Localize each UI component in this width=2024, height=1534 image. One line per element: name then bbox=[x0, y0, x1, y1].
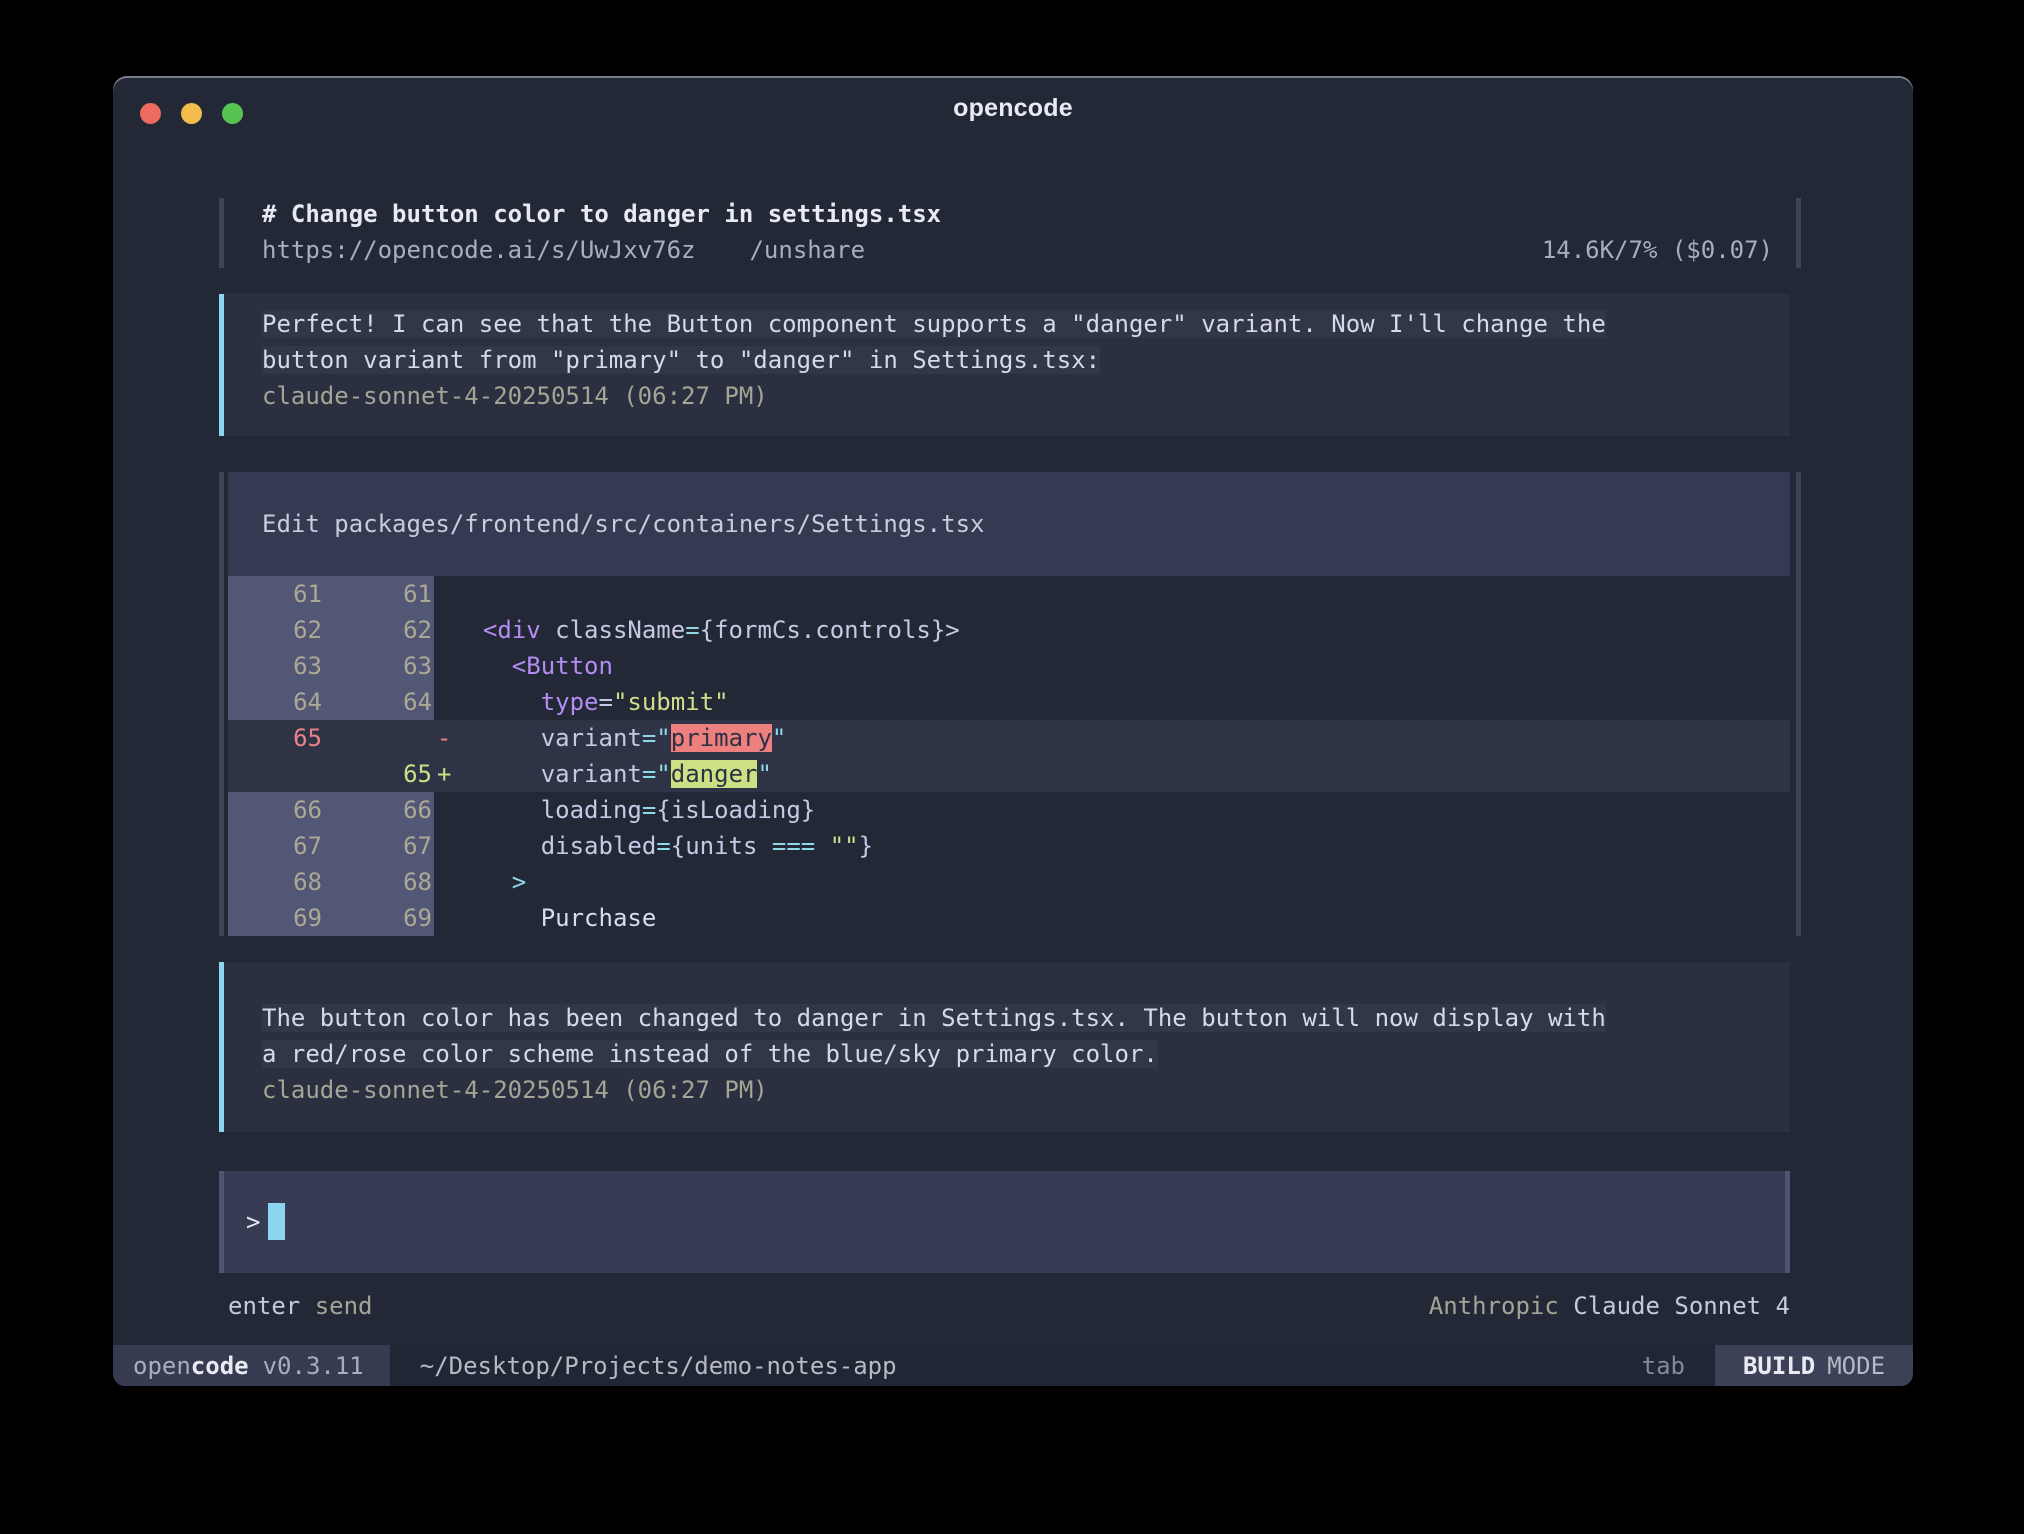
share-url[interactable]: https://opencode.ai/s/UwJxv76z bbox=[262, 236, 695, 264]
header-right-border bbox=[1796, 198, 1801, 268]
line-number-old: 63 bbox=[228, 648, 338, 684]
line-number-old: 67 bbox=[228, 828, 338, 864]
prompt-input[interactable]: > bbox=[219, 1171, 1790, 1273]
token-usage-cost: 14.6K/7% ($0.07) bbox=[1542, 232, 1773, 268]
line-number-new: 63 bbox=[338, 648, 434, 684]
diff-marker bbox=[434, 900, 454, 936]
diff-marker bbox=[434, 648, 454, 684]
diff-row: 6767 disabled={units === ""} bbox=[228, 828, 1790, 864]
code-line: loading={isLoading} bbox=[454, 792, 815, 828]
message-model-timestamp: claude-sonnet-4-20250514 (06:27 PM) bbox=[262, 1072, 1790, 1108]
message-text-line: a red/rose color scheme instead of the b… bbox=[262, 1036, 1790, 1072]
message-accent-bar bbox=[219, 962, 224, 1132]
diff-row: 6262 <div className={formCs.controls}> bbox=[228, 612, 1790, 648]
code-line: variant="danger" bbox=[454, 756, 772, 792]
prompt-symbol: > bbox=[246, 1204, 260, 1240]
opencode-window: opencode # Change button color to danger… bbox=[113, 76, 1913, 1386]
edit-tool-card: Edit packages/frontend/src/containers/Se… bbox=[219, 472, 1801, 936]
app-version: v0.3.11 bbox=[263, 1352, 364, 1380]
assistant-message: The button color has been changed to dan… bbox=[219, 962, 1790, 1132]
line-number-new: 61 bbox=[338, 576, 434, 612]
message-model-timestamp: claude-sonnet-4-20250514 (06:27 PM) bbox=[262, 378, 1790, 414]
header-left-border bbox=[219, 198, 224, 268]
line-number-new bbox=[338, 720, 434, 756]
edit-tool-title: Edit packages/frontend/src/containers/Se… bbox=[228, 472, 1790, 576]
code-line: <Button bbox=[454, 648, 613, 684]
line-number-old: 69 bbox=[228, 900, 338, 936]
line-number-old: 61 bbox=[228, 576, 338, 612]
line-number-old: 64 bbox=[228, 684, 338, 720]
tab-hint: tab bbox=[1642, 1345, 1685, 1386]
message-accent-bar bbox=[219, 294, 224, 436]
app-version-chip: opencodev0.3.11 bbox=[113, 1345, 390, 1386]
diff-row: 6666 loading={isLoading} bbox=[228, 792, 1790, 828]
line-number-new: 67 bbox=[338, 828, 434, 864]
line-number-new: 64 bbox=[338, 684, 434, 720]
message-text-line: Perfect! I can see that the Button compo… bbox=[262, 306, 1790, 342]
message-text-line: The button color has been changed to dan… bbox=[262, 1000, 1790, 1036]
code-line: type="submit" bbox=[454, 684, 729, 720]
window-title: opencode bbox=[113, 76, 1913, 140]
session-title: # Change button color to danger in setti… bbox=[262, 196, 1801, 232]
diff-row: 6363 <Button bbox=[228, 648, 1790, 684]
diff-marker: + bbox=[434, 756, 454, 792]
edit-left-border bbox=[219, 472, 224, 936]
line-number-old: 68 bbox=[228, 864, 338, 900]
session-header: # Change button color to danger in setti… bbox=[219, 196, 1801, 268]
line-number-new: 69 bbox=[338, 900, 434, 936]
titlebar[interactable]: opencode bbox=[113, 76, 1913, 140]
code-line: disabled={units === ""} bbox=[454, 828, 873, 864]
diff-marker bbox=[434, 612, 454, 648]
line-number-new: 62 bbox=[338, 612, 434, 648]
diff-marker bbox=[434, 576, 454, 612]
text-cursor bbox=[268, 1203, 285, 1240]
diff-marker bbox=[434, 792, 454, 828]
line-number-old bbox=[228, 756, 338, 792]
diff-view: 61616262 <div className={formCs.controls… bbox=[228, 576, 1790, 936]
line-number-old: 65 bbox=[228, 720, 338, 756]
code-line: <div className={formCs.controls}> bbox=[454, 612, 960, 648]
code-line: variant="primary" bbox=[454, 720, 786, 756]
line-number-new: 68 bbox=[338, 864, 434, 900]
diff-marker: - bbox=[434, 720, 454, 756]
diff-marker bbox=[434, 684, 454, 720]
edit-right-border bbox=[1796, 472, 1801, 936]
code-line: > bbox=[454, 864, 526, 900]
diff-row: 6161 bbox=[228, 576, 1790, 612]
unshare-command[interactable]: /unshare bbox=[749, 236, 865, 264]
message-text-line: button variant from "primary" to "danger… bbox=[262, 342, 1790, 378]
line-number-new: 66 bbox=[338, 792, 434, 828]
diff-row: 6969 Purchase bbox=[228, 900, 1790, 936]
assistant-message: Perfect! I can see that the Button compo… bbox=[219, 294, 1790, 436]
hint-bar: enter send Anthropic Claude Sonnet 4 bbox=[228, 1288, 1790, 1324]
send-hint: enter send bbox=[228, 1288, 373, 1324]
diff-marker bbox=[434, 864, 454, 900]
status-bar: opencodev0.3.11 ~/Desktop/Projects/demo-… bbox=[113, 1345, 1913, 1386]
working-directory: ~/Desktop/Projects/demo-notes-app bbox=[420, 1345, 897, 1386]
diff-row: 65 - variant="primary" bbox=[228, 720, 1790, 756]
line-number-new: 65 bbox=[338, 756, 434, 792]
line-number-old: 66 bbox=[228, 792, 338, 828]
diff-marker bbox=[434, 828, 454, 864]
diff-row: 65+ variant="danger" bbox=[228, 756, 1790, 792]
mode-chip[interactable]: BUILDMODE bbox=[1715, 1345, 1913, 1386]
diff-row: 6464 type="submit" bbox=[228, 684, 1790, 720]
code-line: Purchase bbox=[454, 900, 656, 936]
diff-row: 6868 > bbox=[228, 864, 1790, 900]
line-number-old: 62 bbox=[228, 612, 338, 648]
model-indicator: Anthropic Claude Sonnet 4 bbox=[1429, 1288, 1790, 1324]
